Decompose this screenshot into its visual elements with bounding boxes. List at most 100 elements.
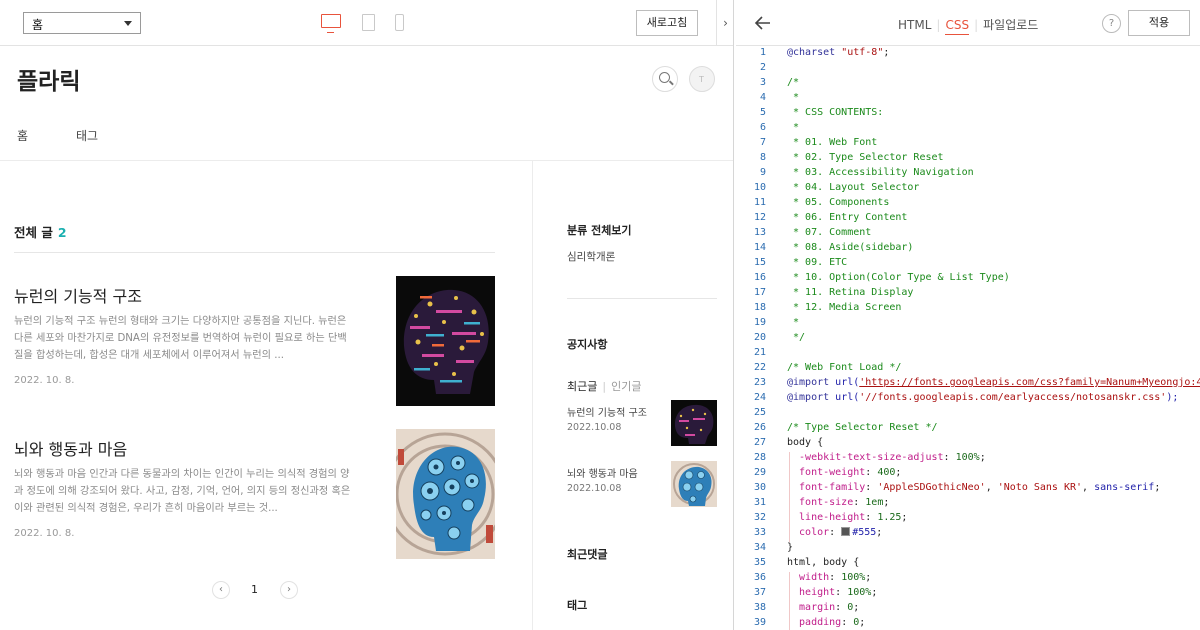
code-line: 39 padding: 0;	[736, 617, 1200, 630]
post-title[interactable]: 뇌와 행동과 마음	[14, 436, 127, 460]
desktop-icon[interactable]	[321, 14, 341, 33]
line-number: 5	[759, 107, 766, 118]
divider	[532, 161, 533, 630]
tab-popular[interactable]: 인기글	[611, 380, 641, 393]
divider	[0, 160, 733, 161]
category-item[interactable]: 심리학개론	[567, 249, 615, 264]
code-text: html, body {	[787, 557, 860, 568]
line-number: 10	[753, 182, 766, 193]
tab-file-upload[interactable]: 파일업로드	[983, 18, 1038, 32]
code-text: * 05. Components	[787, 197, 890, 208]
line-number: 31	[753, 497, 766, 508]
line-number: 34	[753, 542, 766, 553]
help-icon[interactable]: ?	[1102, 14, 1121, 33]
code-line: 38 margin: 0;	[736, 602, 1200, 617]
code-text: */	[787, 332, 806, 343]
tab-css[interactable]: CSS	[945, 18, 970, 35]
editor-toolbar: HTML | CSS | 파일업로드 ? 적용	[736, 0, 1200, 46]
post-thumbnail[interactable]	[396, 276, 495, 406]
code-line: 24 @import url('//fonts.googleapis.com/ea…	[736, 392, 1200, 407]
line-number: 11	[753, 197, 766, 208]
prev-page-button[interactable]: ‹	[212, 581, 230, 599]
post-date: 2022. 10. 8.	[14, 528, 75, 539]
code-line: 25	[736, 407, 1200, 422]
post-thumbnail[interactable]	[396, 429, 495, 559]
line-number: 33	[753, 527, 766, 538]
code-text: padding: 0;	[787, 617, 866, 628]
line-number: 36	[753, 572, 766, 583]
code-line: 10 * 04. Layout Selector	[736, 182, 1200, 197]
line-number: 14	[753, 242, 766, 253]
code-line: 30 font-family: 'AppleSDGothicNeo', 'Not…	[736, 482, 1200, 497]
code-text: * 09. ETC	[787, 257, 848, 268]
category-title[interactable]: 분류 전체보기	[567, 222, 632, 238]
search-icon[interactable]	[652, 66, 678, 92]
code-line: 19 *	[736, 317, 1200, 332]
preview-page-select[interactable]: 홈	[23, 12, 141, 34]
line-number: 38	[753, 602, 766, 613]
menu-icon[interactable]: T	[689, 66, 715, 92]
code-line: 1 @charset "utf-8";	[736, 47, 1200, 62]
line-number: 9	[759, 167, 766, 178]
css-code-editor[interactable]: 1 @charset "utf-8"; 2 3 /* 4 * 5 * CSS CON…	[736, 47, 1200, 630]
recent-post-title[interactable]: 뇌와 행동과 마음	[567, 465, 638, 480]
line-number: 13	[753, 227, 766, 238]
editor-panel: HTML | CSS | 파일업로드 ? 적용 1 @charset "utf-8"; 2…	[736, 0, 1200, 630]
line-number: 37	[753, 587, 766, 598]
post-excerpt: 뉴런의 기능적 구조 뉴런의 형태와 크기는 다양하지만 공통점을 지닌다. 뉴…	[14, 316, 347, 361]
line-number: 16	[753, 272, 766, 283]
line-number: 15	[753, 257, 766, 268]
line-number: 23	[753, 377, 766, 388]
refresh-button[interactable]: 새로고침	[636, 10, 698, 36]
divider	[14, 252, 495, 253]
nav-item-home[interactable]: 홈	[17, 127, 28, 144]
tab-html[interactable]: HTML	[898, 18, 931, 32]
post-date: 2022. 10. 8.	[14, 375, 75, 386]
code-line: 20 */	[736, 332, 1200, 347]
code-line: 11 * 05. Components	[736, 197, 1200, 212]
code-line: 31 font-size: 1em;	[736, 497, 1200, 512]
page-number[interactable]: 1	[251, 583, 258, 596]
recent-post-thumbnail[interactable]	[671, 400, 717, 446]
code-text: *	[787, 122, 800, 133]
line-number: 19	[753, 317, 766, 328]
code-line: 15 * 09. ETC	[736, 257, 1200, 272]
preview-toolbar: 홈 새로고침 ›	[0, 0, 733, 46]
tab-separator: |	[602, 380, 607, 393]
apply-button[interactable]: 적용	[1128, 10, 1190, 36]
tab-recent[interactable]: 최근글	[567, 380, 597, 393]
code-text: @charset "utf-8";	[787, 47, 890, 58]
blog-title[interactable]: 플라릭	[17, 62, 80, 96]
recent-post-thumbnail[interactable]	[671, 461, 717, 507]
line-number: 29	[753, 467, 766, 478]
code-text: * 07. Comment	[787, 227, 872, 238]
tablet-icon[interactable]	[362, 14, 375, 31]
next-page-button[interactable]: ›	[280, 581, 298, 599]
line-number: 39	[753, 617, 766, 628]
line-number: 30	[753, 482, 766, 493]
line-number: 18	[753, 302, 766, 313]
code-line: 27 body {	[736, 437, 1200, 452]
code-text: /* Type Selector Reset */	[787, 422, 938, 433]
code-line: 5 * CSS CONTENTS:	[736, 107, 1200, 122]
code-line: 36 width: 100%;	[736, 572, 1200, 587]
recent-comments-title: 최근댓글	[567, 548, 608, 561]
chevron-down-icon	[124, 21, 132, 26]
color-swatch-icon[interactable]	[841, 527, 851, 536]
line-number: 3	[759, 77, 766, 88]
nav-item-tag[interactable]: 태그	[76, 127, 98, 144]
code-text: * 04. Layout Selector	[787, 182, 920, 193]
recent-post-title[interactable]: 뉴런의 기능적 구조	[567, 404, 647, 419]
code-text: font-weight: 400;	[787, 467, 902, 478]
collapse-panel-button[interactable]: ›	[716, 0, 733, 46]
mobile-icon[interactable]	[395, 14, 404, 31]
code-text: * 06. Entry Content	[787, 212, 908, 223]
code-line: 14 * 08. Aside(sidebar)	[736, 242, 1200, 257]
back-arrow-icon[interactable]	[754, 14, 772, 32]
post-title[interactable]: 뉴런의 기능적 구조	[14, 283, 142, 307]
code-text: *	[787, 92, 800, 103]
code-line: 32 line-height: 1.25;	[736, 512, 1200, 527]
all-posts-label: 전체 글	[14, 225, 53, 240]
code-text: }	[787, 542, 794, 553]
code-line: 2	[736, 62, 1200, 77]
